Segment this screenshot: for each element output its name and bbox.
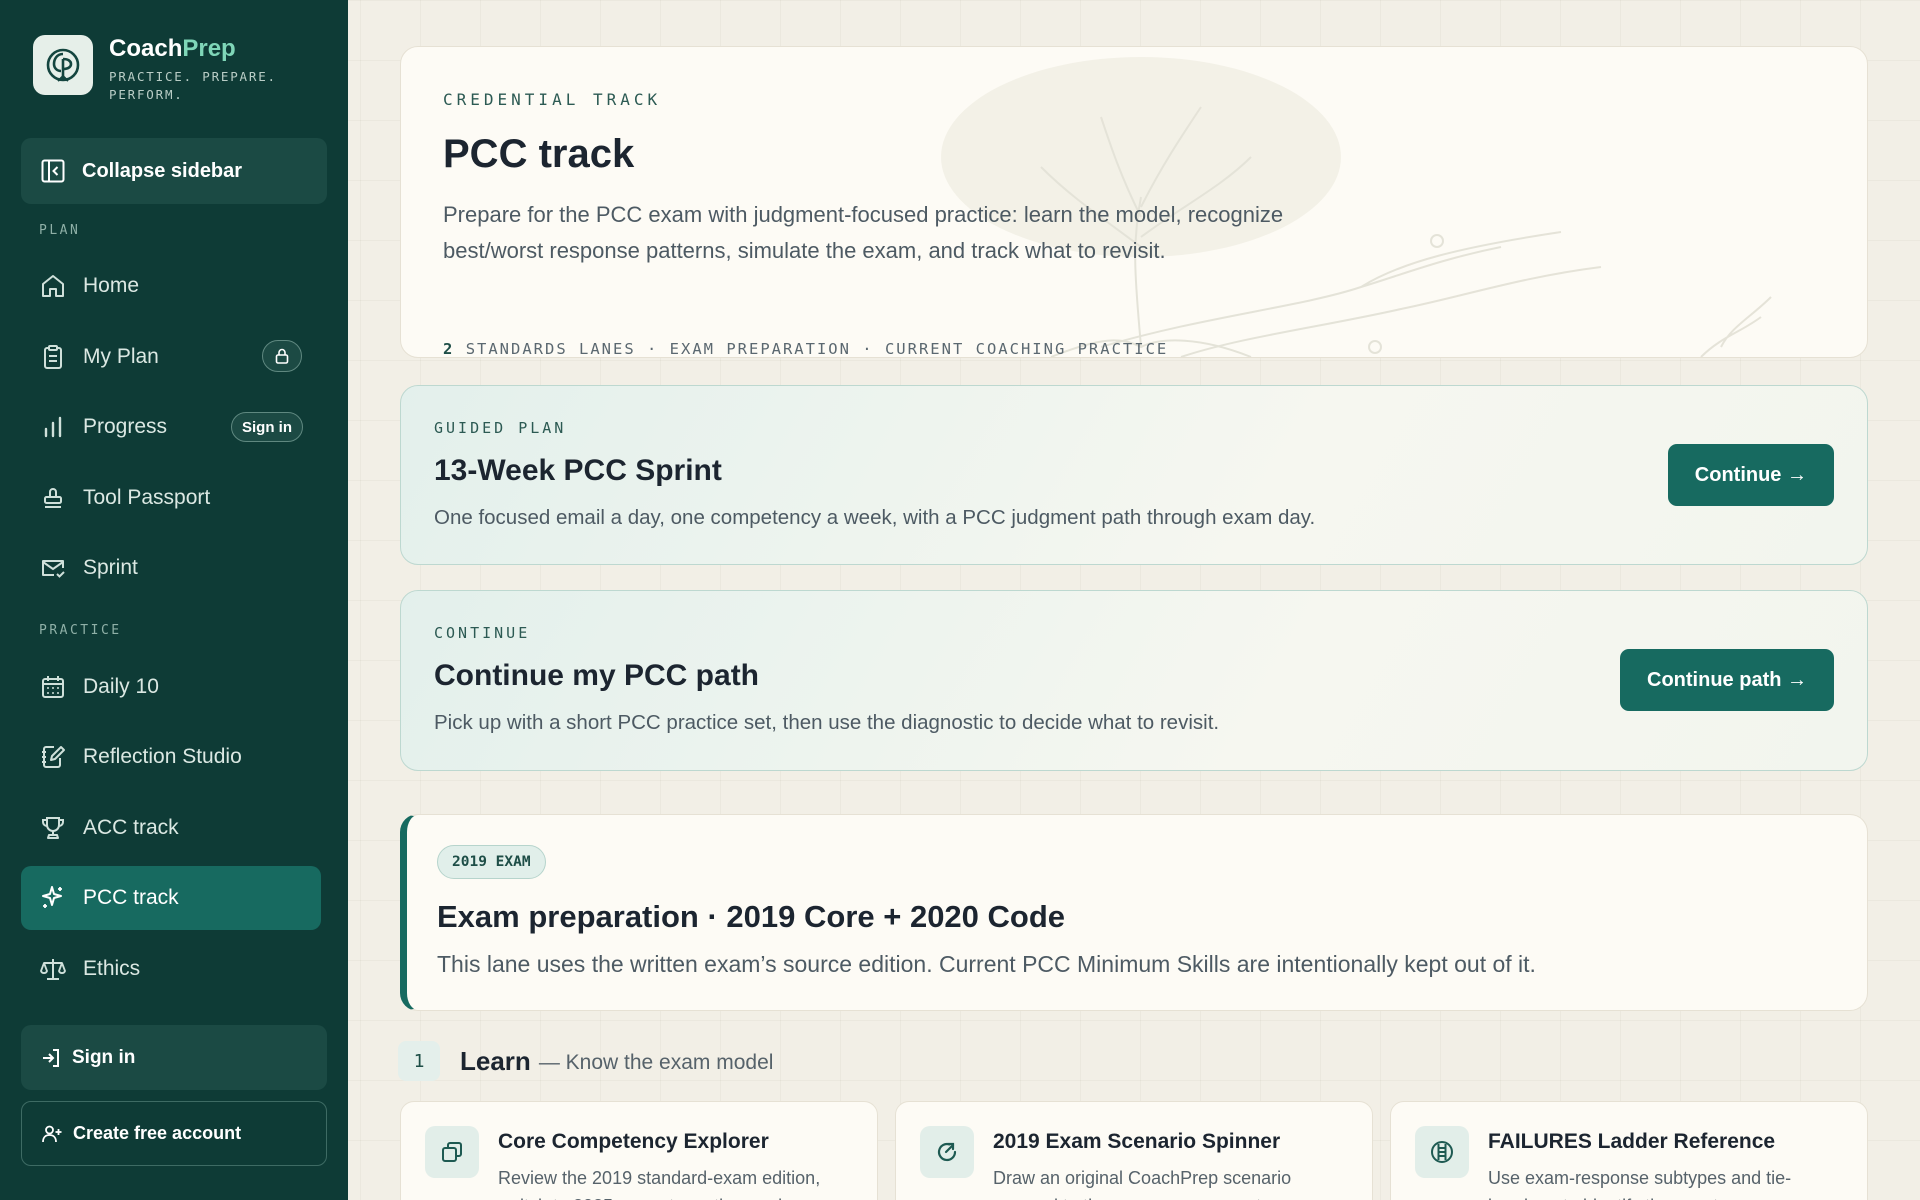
- tool-description: Review the 2019 standard-exam edition, s…: [498, 1168, 821, 1200]
- tool-description: Draw an original CoachPrep scenario mapp…: [993, 1168, 1299, 1200]
- brand[interactable]: CoachPrep PRACTICE. PREPARE. PERFORM.: [33, 35, 279, 104]
- continue-path-button[interactable]: Continue path →: [1620, 649, 1834, 711]
- continue-title: Continue my PCC path: [434, 659, 760, 692]
- brand-name-part1: Coach: [109, 35, 183, 62]
- sidebar-item-label: Sprint: [83, 556, 138, 579]
- continue-path-card: CONTINUE Continue my PCC path Pick up wi…: [400, 590, 1868, 771]
- continue-plan-button[interactable]: Continue →: [1667, 444, 1834, 506]
- brand-name-part2: Prep: [182, 35, 236, 62]
- tool-name: Core Competency Explorer: [498, 1130, 769, 1153]
- tool-card-failures-ladder-reference[interactable]: FAILURES Ladder Reference Use exam-respo…: [1390, 1101, 1868, 1200]
- refresh-icon: [920, 1126, 974, 1178]
- lanes-count: 2: [443, 340, 455, 358]
- guided-plan-title: 13-Week PCC Sprint: [434, 454, 722, 487]
- brand-tagline: PRACTICE. PREPARE. PERFORM.: [109, 68, 277, 102]
- sidebar-item-ethics[interactable]: Ethics: [21, 937, 321, 1001]
- sidebar-item-label: Daily 10: [83, 675, 159, 698]
- sidebar-item-progress[interactable]: Progress Sign in: [21, 395, 321, 459]
- step-number: 1: [398, 1041, 440, 1081]
- guided-plan-description: One focused email a day, one competency …: [434, 506, 1316, 529]
- sidebar-item-label: Home: [83, 274, 140, 297]
- page-title: PCC track: [443, 132, 635, 176]
- tool-description: Use exam-response subtypes and tie-break…: [1488, 1168, 1797, 1200]
- exam-lane-card: 2019 EXAM Exam preparation · 2019 Core +…: [400, 814, 1868, 1011]
- sidebar-item-daily-10[interactable]: Daily 10: [21, 655, 321, 719]
- collapse-sidebar-label: Collapse sidebar: [82, 159, 243, 182]
- lane-title: Exam preparation · 2019 Core + 2020 Code: [437, 899, 1066, 934]
- progress-sign-in-badge[interactable]: Sign in: [231, 412, 303, 442]
- tool-name: FAILURES Ladder Reference: [1488, 1130, 1776, 1153]
- sidebar-item-reflection-studio[interactable]: Reflection Studio: [21, 725, 321, 789]
- logo-icon: [33, 35, 93, 95]
- lane-description: This lane uses the written exam’s source…: [437, 951, 1536, 977]
- sidebar-item-acc-track[interactable]: ACC track: [21, 796, 321, 860]
- step-title: Learn: [460, 1045, 531, 1076]
- collapse-sidebar-button[interactable]: Collapse sidebar: [21, 138, 327, 204]
- tool-card-exam-scenario-spinner[interactable]: 2019 Exam Scenario Spinner Draw an origi…: [895, 1101, 1373, 1200]
- sidebar-item-tool-passport[interactable]: Tool Passport: [21, 466, 321, 530]
- sidebar-item-label: Reflection Studio: [83, 745, 242, 768]
- sidebar-item-label: Tool Passport: [83, 486, 211, 509]
- trophy-icon: [38, 813, 68, 843]
- user-plus-icon: [42, 1125, 62, 1142]
- sign-in-label: Sign in: [72, 1046, 136, 1068]
- lock-icon: [262, 340, 302, 372]
- sparkles-icon: [38, 883, 68, 913]
- copy-icon: [425, 1126, 479, 1178]
- sidebar-item-label: Progress: [83, 415, 168, 438]
- section-label-practice: PRACTICE: [39, 623, 122, 638]
- sidebar-item-label: Ethics: [83, 957, 141, 980]
- step-subtitle: — Know the exam model: [538, 1050, 774, 1074]
- scale-icon: [38, 954, 68, 984]
- sidebar-item-home[interactable]: Home: [21, 254, 321, 318]
- hero-eyebrow: CREDENTIAL TRACK: [443, 90, 662, 109]
- sidebar: CoachPrep PRACTICE. PREPARE. PERFORM. Co…: [0, 0, 348, 1200]
- calendar-icon: [38, 672, 68, 702]
- continue-description: Pick up with a short PCC practice set, t…: [434, 711, 1220, 734]
- notebook-pen-icon: [38, 742, 68, 772]
- continue-eyebrow: CONTINUE: [434, 624, 531, 642]
- stamp-icon: [38, 483, 68, 513]
- section-label-plan: PLAN: [39, 223, 81, 238]
- tool-card-core-competency-explorer[interactable]: Core Competency Explorer Review the 2019…: [400, 1101, 878, 1200]
- create-account-label: Create free account: [73, 1123, 242, 1143]
- sidebar-item-label: ACC track: [83, 816, 179, 839]
- learn-step-header: 1 Learn — Know the exam model: [398, 1041, 773, 1081]
- hero-card: CREDENTIAL TRACK PCC track Prepare for t…: [400, 46, 1868, 358]
- hero-meta: 2 STANDARDS LANES · EXAM PREPARATION · C…: [443, 340, 1169, 358]
- exam-year-badge: 2019 EXAM: [437, 845, 546, 879]
- brand-name: CoachPrep: [109, 35, 279, 63]
- sidebar-item-label: PCC track: [83, 886, 179, 909]
- clipboard-icon: [38, 342, 68, 372]
- tool-name: 2019 Exam Scenario Spinner: [993, 1130, 1281, 1153]
- bar-chart-icon: [38, 412, 68, 442]
- mail-check-icon: [38, 553, 68, 583]
- create-account-button[interactable]: Create free account: [21, 1101, 327, 1166]
- sidebar-item-my-plan[interactable]: My Plan: [21, 325, 321, 389]
- sidebar-item-label: My Plan: [83, 345, 159, 368]
- sidebar-item-pcc-track[interactable]: PCC track: [21, 866, 321, 930]
- guided-plan-card: GUIDED PLAN 13-Week PCC Sprint One focus…: [400, 385, 1868, 565]
- home-icon: [38, 271, 68, 301]
- log-in-icon: [43, 1048, 59, 1067]
- guided-plan-eyebrow: GUIDED PLAN: [434, 419, 567, 437]
- panel-collapse-icon: [41, 159, 65, 183]
- hero-description: Prepare for the PCC exam with judgment-f…: [443, 202, 1284, 263]
- ladder-icon: [1415, 1126, 1469, 1178]
- hero-meta-text: STANDARDS LANES · EXAM PREPARATION · CUR…: [465, 340, 1169, 358]
- sidebar-item-sprint[interactable]: Sprint: [21, 536, 321, 600]
- sign-in-button[interactable]: Sign in: [21, 1025, 327, 1090]
